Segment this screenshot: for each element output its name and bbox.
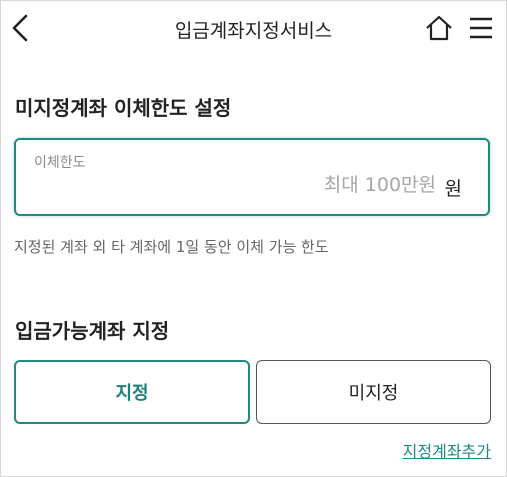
undesignate-option-button[interactable]: 미지정 [256,360,491,424]
hamburger-menu-icon [470,17,492,39]
currency-unit: 원 [444,178,462,200]
account-section-title: 입금가능계좌 지정 [15,319,170,343]
home-button[interactable] [424,13,454,43]
transfer-limit-label: 이체한도 [34,155,86,171]
add-designated-account-link[interactable]: 지정계좌추가 [403,438,491,462]
limit-section-title: 미지정계좌 이체한도 설정 [15,96,232,120]
transfer-limit-input[interactable] [136,174,436,196]
transfer-limit-field[interactable]: 이체한도 원 [14,138,490,216]
limit-help-text: 지정된 계좌 외 타 계좌에 1일 동안 이체 가능 한도 [14,238,329,256]
menu-button[interactable] [466,13,496,43]
app-header: 입금계좌지정서비스 [0,0,507,58]
home-icon [426,15,452,41]
designate-option-button[interactable]: 지정 [14,360,250,424]
